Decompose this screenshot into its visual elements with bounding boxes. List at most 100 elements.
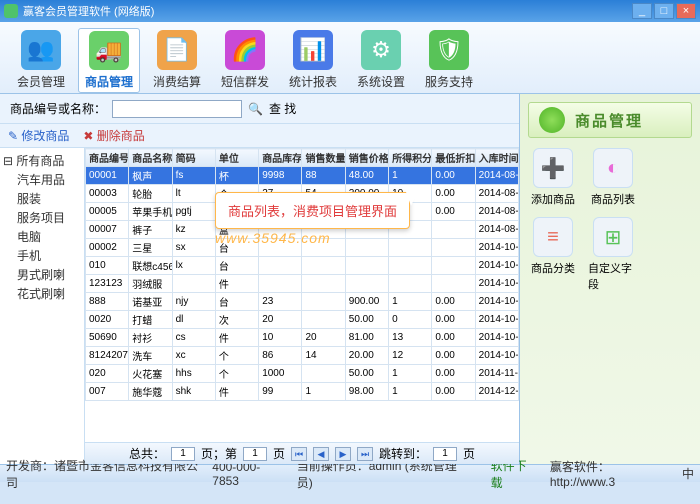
table-cell: 件 (215, 329, 258, 347)
pager-page-suffix: 页 (273, 445, 285, 462)
column-header[interactable]: 商品名称 (129, 149, 172, 167)
table-cell: 0.00 (432, 365, 475, 383)
column-header[interactable]: 简码 (172, 149, 215, 167)
toolbar-setting[interactable]: ⚙系统设置 (350, 28, 412, 93)
delete-product-link[interactable]: ✖ 删除商品 (83, 127, 144, 144)
column-header[interactable]: 销售价格 (345, 149, 388, 167)
status-lang: 中 (682, 465, 694, 482)
panel-category-button[interactable]: ≡商品分类 (528, 217, 578, 292)
maximize-button[interactable]: □ (654, 3, 674, 19)
table-cell: 00007 (86, 221, 129, 239)
right-pane: 商品管理 ➕添加商品◐商品列表≡商品分类⊞自定义字段 (520, 94, 700, 464)
product-table: 商品编号商品名称简码单位商品库存销售数量销售价格所得积分最低折扣入库时间0000… (85, 148, 519, 401)
table-cell: 1 (302, 383, 345, 401)
table-row[interactable]: 888诺基亚njy台23900.0010.002014-10-09 10 (86, 293, 519, 311)
pager-prev[interactable]: ◀ (313, 447, 329, 461)
tree-item[interactable]: 服务项目 (3, 208, 81, 227)
search-input[interactable] (112, 100, 242, 118)
category-tree: ⊟ 所有商品汽车用品服装服务项目电脑手机男式刷喇花式刷喇 (0, 148, 85, 464)
table-cell: 2014-10-28 10 (475, 329, 518, 347)
table-row[interactable]: 010联想c456lx台2014-10-03 16 (86, 257, 519, 275)
table-row[interactable]: 8124207001洗车xc个861420.00120.002014-10-28… (86, 347, 519, 365)
table-cell: pgtj (172, 203, 215, 221)
column-header[interactable]: 商品编号 (86, 149, 129, 167)
table-cell: 2014-10-03 16 (475, 257, 518, 275)
column-header[interactable]: 商品库存 (259, 149, 302, 167)
tree-item[interactable]: 汽车用品 (3, 170, 81, 189)
column-header[interactable]: 销售数量 (302, 149, 345, 167)
pager-jump-input[interactable] (433, 447, 457, 461)
toolbar-consume[interactable]: 📄 消费结算 (146, 28, 208, 93)
toolbar-member[interactable]: 👥会员管理 (10, 28, 72, 93)
table-cell: 0020 (86, 311, 129, 329)
toolbar-report[interactable]: 📊统计报表 (282, 28, 344, 93)
pager-next[interactable]: ▶ (335, 447, 351, 461)
pager-page-input[interactable] (243, 447, 267, 461)
status-bar: 开发商：诸暨市金客信息科技有限公司 400-000-7853 当前操作员：adm… (0, 464, 700, 482)
panel-custom-button[interactable]: ⊞自定义字段 (588, 217, 638, 292)
table-cell (345, 275, 388, 293)
table-cell: 杯 (215, 167, 258, 185)
column-header[interactable]: 所得积分 (389, 149, 432, 167)
window-title: 赢客会员管理软件 (网络版) (23, 3, 630, 19)
table-row[interactable]: 50690衬衫cs件102081.00130.002014-10-28 10 (86, 329, 519, 347)
list-label: 商品列表 (591, 191, 635, 207)
consume-label: 消费结算 (153, 73, 201, 90)
column-header[interactable]: 最低折扣 (432, 149, 475, 167)
table-cell: 010 (86, 257, 129, 275)
pager-last[interactable]: ⏭ (357, 447, 373, 461)
table-cell: 2014-10-28 13 (475, 347, 518, 365)
modify-product-link[interactable]: ✎ 修改商品 (8, 127, 69, 144)
toolbar-sms[interactable]: 🌈短信群发 (214, 28, 276, 93)
add-icon: ➕ (533, 148, 573, 188)
minimize-button[interactable]: _ (632, 3, 652, 19)
table-row[interactable]: 007施华蔻shk件99198.0010.002014-12-11 20 (86, 383, 519, 401)
table-cell: 23 (259, 293, 302, 311)
tree-item[interactable]: 服装 (3, 189, 81, 208)
search-button[interactable]: 查 找 (269, 100, 296, 117)
table-row[interactable]: 00001枫声fs杯99988848.0010.002014-08-19 10 (86, 167, 519, 185)
table-row[interactable]: 020火花塞hhs个100050.0010.002014-11-28 11 (86, 365, 519, 383)
table-cell: 2014-08-19 10 (475, 167, 518, 185)
tree-item[interactable]: 电脑 (3, 227, 81, 246)
pager-total-input[interactable] (171, 447, 195, 461)
table-cell: 台 (215, 293, 258, 311)
category-label: 商品分类 (531, 260, 575, 276)
table-cell (302, 275, 345, 293)
pager-first[interactable]: ⏮ (291, 447, 307, 461)
table-cell: 50.00 (345, 365, 388, 383)
column-header[interactable]: 入库时间 (475, 149, 518, 167)
search-icon[interactable]: 🔍 (248, 102, 263, 116)
tree-item[interactable]: 男式刷喇 (3, 265, 81, 284)
table-cell (302, 293, 345, 311)
table-cell: 2014-08-25 11 (475, 203, 518, 221)
tree-item[interactable]: 花式刷喇 (3, 284, 81, 303)
left-pane: 商品编号或名称： 🔍 查 找 ✎ 修改商品 ✖ 删除商品 ⊟ 所有商品汽车用品服… (0, 94, 520, 464)
table-cell: 9998 (259, 167, 302, 185)
close-button[interactable]: × (676, 3, 696, 19)
panel-add-button[interactable]: ➕添加商品 (528, 148, 578, 207)
toolbar-product[interactable]: 🚚商品管理 (78, 28, 140, 93)
status-site: 赢客软件：http://www.3 (550, 458, 668, 489)
table-row[interactable]: 123123羽绒服件2014-10-04 16 (86, 275, 519, 293)
table-cell: 1 (389, 365, 432, 383)
table-cell: 900.00 (345, 293, 388, 311)
consume-icon: 📄 (157, 30, 197, 70)
table-cell (302, 257, 345, 275)
product-grid: 商品编号商品名称简码单位商品库存销售数量销售价格所得积分最低折扣入库时间0000… (85, 148, 519, 464)
main-content: 商品编号或名称： 🔍 查 找 ✎ 修改商品 ✖ 删除商品 ⊟ 所有商品汽车用品服… (0, 94, 700, 464)
toolbar-support[interactable]: 🛡服务支持 (418, 28, 480, 93)
support-icon: 🛡 (429, 30, 469, 70)
table-cell: 020 (86, 365, 129, 383)
list-icon: ◐ (593, 148, 633, 188)
table-cell: 12 (389, 347, 432, 365)
table-row[interactable]: 0020打蜡dl次2050.0000.002014-10-16 11 (86, 311, 519, 329)
column-header[interactable]: 单位 (215, 149, 258, 167)
report-label: 统计报表 (289, 73, 337, 90)
setting-icon: ⚙ (361, 30, 401, 70)
search-label: 商品编号或名称： (10, 100, 106, 117)
action-bar: ✎ 修改商品 ✖ 删除商品 (0, 124, 519, 148)
panel-list-button[interactable]: ◐ 商品列表 (588, 148, 638, 207)
tree-item[interactable]: 手机 (3, 246, 81, 265)
tree-root[interactable]: ⊟ 所有商品 (3, 151, 81, 170)
